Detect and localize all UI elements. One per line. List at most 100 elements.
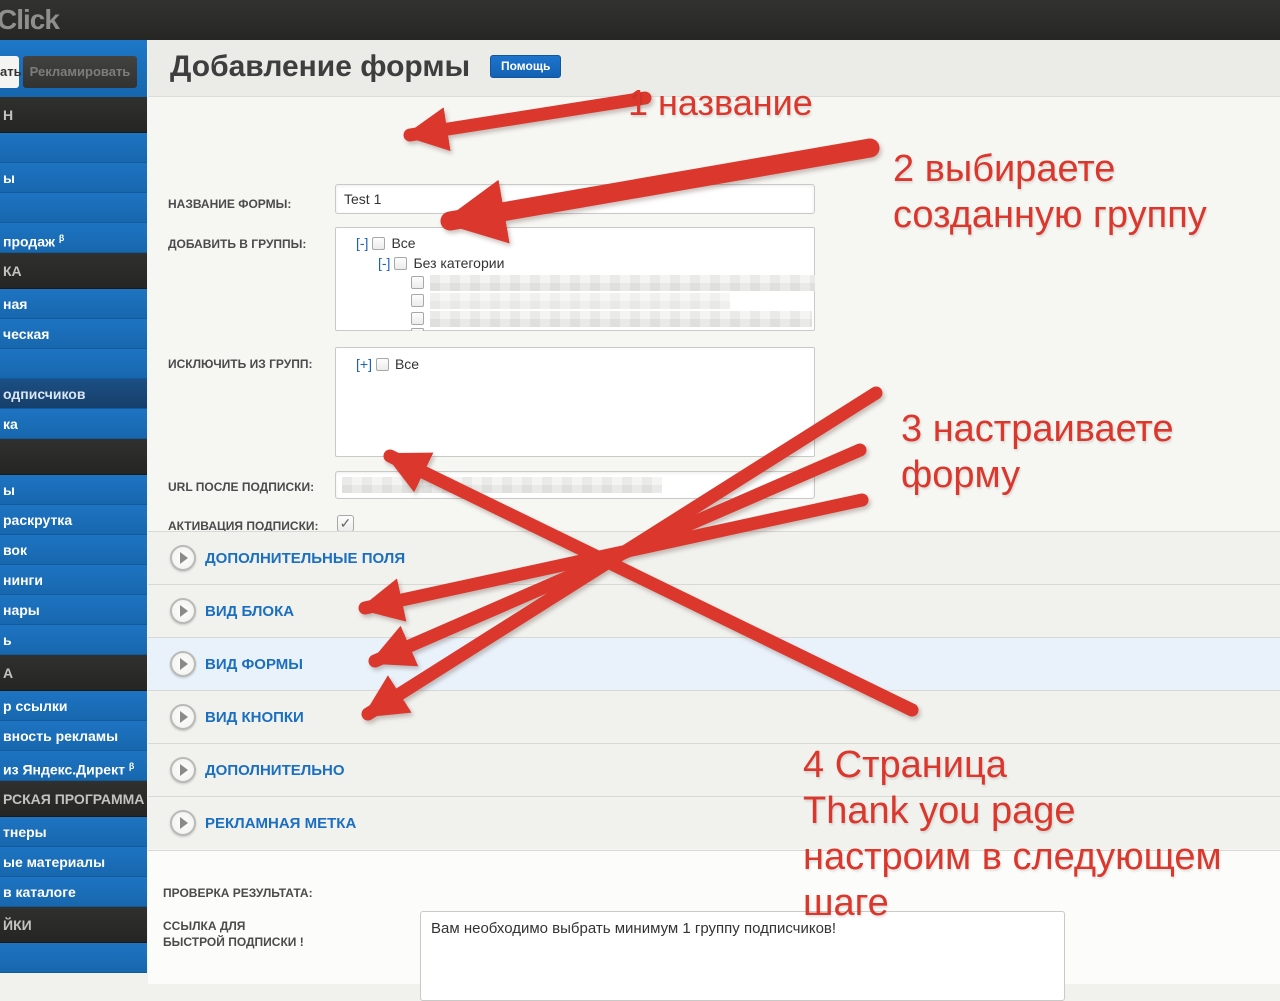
- group-checkbox[interactable]: [394, 257, 407, 270]
- sidebar-item[interactable]: вок: [0, 535, 147, 565]
- tab-advertise[interactable]: Рекламировать: [23, 56, 137, 88]
- sidebar-section-header: Н: [0, 97, 147, 133]
- sidebar-item[interactable]: [0, 193, 147, 223]
- help-button[interactable]: Помощь: [490, 55, 561, 78]
- sidebar-item[interactable]: [0, 349, 147, 379]
- sidebar: ать Рекламировать Н ы продаж β КА ная че…: [0, 40, 147, 944]
- sidebar-item[interactable]: р ссылки: [0, 691, 147, 721]
- sidebar-item[interactable]: нары: [0, 595, 147, 625]
- sidebar-item-label: продаж: [3, 234, 55, 250]
- sidebar-header-label: ЙКИ: [3, 917, 32, 933]
- sidebar-item-label: ы: [3, 482, 15, 498]
- section-label[interactable]: РЕКЛАМНАЯ МЕТКА: [205, 797, 356, 850]
- section-additional-fields[interactable]: ДОПОЛНИТЕЛЬНЫЕ ПОЛЯ: [148, 531, 1280, 584]
- form-name-input[interactable]: [335, 184, 815, 214]
- sidebar-item-label: из Яндекс.Директ: [3, 762, 125, 778]
- sidebar-header-label: КА: [3, 263, 22, 279]
- beta-badge: β: [59, 233, 65, 243]
- sidebar-item[interactable]: из Яндекс.Директ β: [0, 751, 147, 781]
- page-title: Добавление формы: [170, 50, 470, 84]
- sidebar-item-label: тнеры: [3, 824, 47, 840]
- sidebar-item[interactable]: в каталоге: [0, 877, 147, 907]
- tab-sell[interactable]: ать: [0, 56, 19, 88]
- group-checkbox[interactable]: [372, 237, 385, 250]
- sidebar-item[interactable]: нинги: [0, 565, 147, 595]
- sidebar-item[interactable]: ы: [0, 163, 147, 193]
- section-block-view[interactable]: ВИД БЛОКА: [148, 584, 1280, 637]
- expand-arrow-icon[interactable]: [170, 704, 196, 730]
- redacted-group-name: [430, 293, 730, 309]
- collapse-toggle[interactable]: [-]: [378, 255, 390, 271]
- sidebar-item-label: в каталоге: [3, 884, 76, 900]
- section-label[interactable]: ДОПОЛНИТЕЛЬНЫЕ ПОЛЯ: [205, 532, 405, 585]
- section-label[interactable]: ДОПОЛНИТЕЛЬНО: [205, 744, 345, 797]
- sidebar-item[interactable]: [0, 943, 147, 973]
- sidebar-item-label: ческая: [3, 326, 49, 342]
- sidebar-item-label: ые материалы: [3, 854, 105, 870]
- sidebar-item[interactable]: тнеры: [0, 817, 147, 847]
- expand-toggle[interactable]: [+]: [356, 356, 372, 372]
- tree-node-all[interactable]: [-]Все: [356, 235, 416, 251]
- redacted-group-name: [430, 275, 815, 291]
- sidebar-item-label: ка: [3, 416, 18, 432]
- sidebar-item[interactable]: [0, 133, 147, 163]
- expand-arrow-icon[interactable]: [170, 651, 196, 677]
- section-label[interactable]: ВИД БЛОКА: [205, 585, 294, 638]
- sidebar-item-label: нинги: [3, 572, 43, 588]
- sidebar-item-label: одписчиков: [3, 386, 85, 402]
- sidebar-item-label: раскрутка: [3, 512, 72, 528]
- section-label[interactable]: ВИД ФОРМЫ: [205, 638, 303, 691]
- tree-node-all[interactable]: [+] Все: [356, 356, 419, 372]
- sidebar-item[interactable]: ые материалы: [0, 847, 147, 877]
- quick-link-label-line2: БЫСТРОЙ ПОДПИСКИ !: [163, 935, 304, 949]
- app-logo: Click: [0, 4, 59, 36]
- expand-arrow-icon[interactable]: [170, 757, 196, 783]
- section-button-view[interactable]: ВИД КНОПКИ: [148, 690, 1280, 743]
- quick-link-label-line1: ССЫЛКА ДЛЯ: [163, 919, 245, 933]
- exclude-groups-label: ИСКЛЮЧИТЬ ИЗ ГРУПП:: [168, 357, 312, 371]
- sidebar-item[interactable]: ы: [0, 475, 147, 505]
- group-checkbox[interactable]: [411, 294, 424, 307]
- redacted-url-value: [342, 477, 662, 493]
- sidebar-section-header: А: [0, 655, 147, 691]
- sidebar-item[interactable]: ь: [0, 625, 147, 655]
- add-groups-label: ДОБАВИТЬ В ГРУППЫ:: [168, 237, 306, 251]
- sidebar-item[interactable]: вность рекламы: [0, 721, 147, 751]
- sidebar-item-label: р ссылки: [3, 698, 67, 714]
- group-checkbox[interactable]: [411, 312, 424, 325]
- collapse-toggle[interactable]: [-]: [356, 235, 368, 251]
- sidebar-item[interactable]: раскрутка: [0, 505, 147, 535]
- sidebar-item-label: вность рекламы: [3, 728, 118, 744]
- beta-badge: β: [129, 761, 135, 771]
- annotation-1-name: 1 название: [628, 80, 813, 126]
- activation-checkbox[interactable]: ✓: [337, 515, 354, 532]
- expand-arrow-icon[interactable]: [170, 545, 196, 571]
- sidebar-tabs: ать Рекламировать: [0, 40, 147, 97]
- sidebar-header-label: Н: [3, 107, 13, 123]
- sidebar-section-header: РСКАЯ ПРОГРАММА: [0, 781, 147, 817]
- section-form-view[interactable]: ВИД ФОРМЫ: [148, 637, 1280, 690]
- group-checkbox[interactable]: [376, 358, 389, 371]
- sidebar-section-header: КА: [0, 253, 147, 289]
- sidebar-item[interactable]: продаж β: [0, 223, 147, 253]
- sidebar-section-header: ЙКИ: [0, 907, 147, 943]
- sidebar-item[interactable]: ческая: [0, 319, 147, 349]
- sidebar-item-label: нары: [3, 602, 40, 618]
- sidebar-item[interactable]: ная: [0, 289, 147, 319]
- sidebar-item-label: ь: [3, 632, 12, 648]
- redacted-group-name: [430, 311, 812, 327]
- quick-link-message: Вам необходимо выбрать минимум 1 группу …: [431, 920, 836, 937]
- group-checkbox[interactable]: [411, 276, 424, 289]
- expand-arrow-icon[interactable]: [170, 598, 196, 624]
- url-after-subscribe-label: URL ПОСЛЕ ПОДПИСКИ:: [168, 480, 314, 494]
- annotation-3-configure-form: 3 настраиваете форму: [901, 406, 1174, 498]
- sidebar-item-label: ы: [3, 170, 15, 186]
- tree-node-label: Все: [395, 356, 419, 372]
- section-label[interactable]: ВИД КНОПКИ: [205, 691, 304, 744]
- sidebar-item-selected[interactable]: одписчиков: [0, 379, 147, 409]
- top-bar: Click: [0, 0, 1280, 40]
- expand-arrow-icon[interactable]: [170, 810, 196, 836]
- tree-node-no-category[interactable]: [-]Без категории: [378, 255, 504, 271]
- sidebar-item[interactable]: ка: [0, 409, 147, 439]
- group-checkbox[interactable]: [411, 328, 424, 331]
